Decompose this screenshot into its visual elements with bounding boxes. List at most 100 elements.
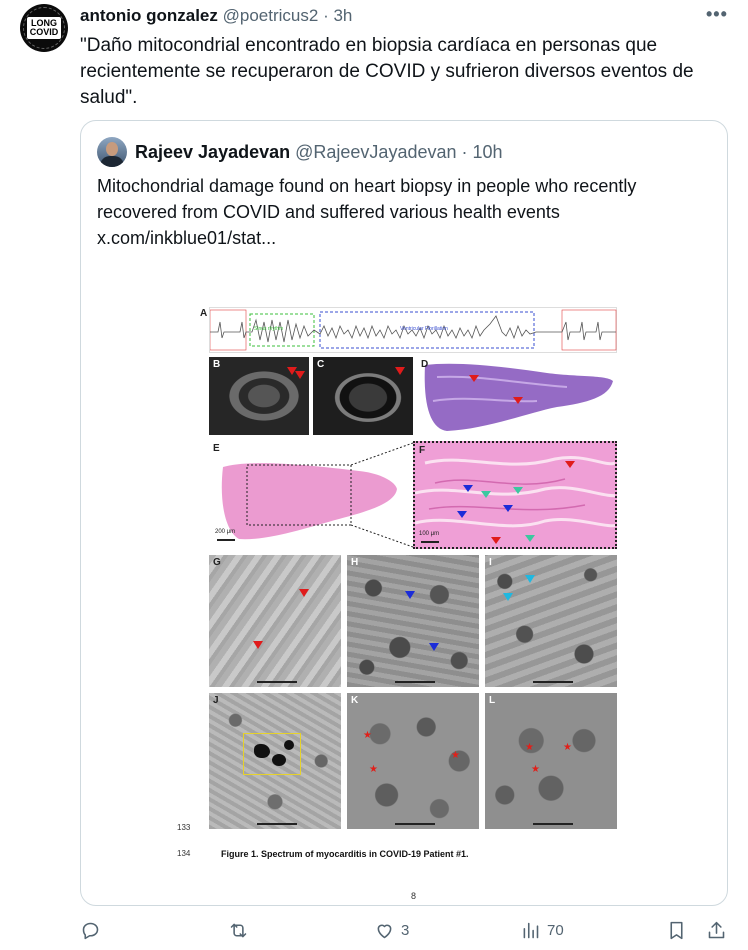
- bookmark-button[interactable]: [666, 920, 687, 941]
- red-arrow: [491, 537, 501, 544]
- red-star: ★: [563, 742, 572, 753]
- tweet-header: antonio gonzalez @poetricus2 · 3h: [80, 5, 352, 27]
- tweet-time[interactable]: 3h: [333, 6, 352, 25]
- panel-label-h: H: [351, 557, 359, 568]
- panel-label-a: A: [200, 308, 208, 319]
- figure-image[interactable]: A Sinus rhythm Ventricular Fibrillation …: [165, 303, 625, 863]
- cyan-arrow: [503, 593, 513, 601]
- panel-l-em: L ★ ★ ★: [485, 693, 617, 829]
- avatar-badge: LONG COVID: [26, 17, 62, 39]
- panel-h-em: H: [347, 555, 479, 687]
- separator: ·: [461, 142, 468, 162]
- quoted-author-handle[interactable]: @RajeevJayadevan: [295, 142, 456, 162]
- separator: ·: [323, 6, 329, 25]
- panel-label-i: I: [489, 557, 492, 568]
- panel-label-f: F: [419, 445, 426, 456]
- blue-arrow: [503, 505, 513, 512]
- views-chart-icon: [523, 922, 539, 939]
- author-handle[interactable]: @poetricus2: [223, 6, 319, 25]
- red-arrow: [295, 371, 305, 379]
- scale-bar: [395, 681, 435, 683]
- red-star: ★: [531, 764, 540, 775]
- like-button[interactable]: 3: [374, 920, 409, 941]
- red-star: ★: [525, 742, 534, 753]
- scale-label-e: 200 μm: [215, 529, 236, 535]
- scale-label-f: 100 μm: [419, 531, 440, 537]
- ecg-trace: Sinus rhythm Ventricular Fibrillation: [209, 309, 617, 351]
- quoted-author-name[interactable]: Rajeev Jayadevan: [135, 142, 290, 162]
- ecg-label-left: Sinus rhythm: [254, 326, 283, 332]
- ecg-label-middle: Ventricular Fibrillation: [400, 326, 448, 332]
- zoom-lines: [350, 442, 413, 548]
- reply-icon: [82, 922, 99, 940]
- blue-arrow: [457, 511, 467, 518]
- red-arrow: [395, 367, 405, 375]
- scale-bar: [533, 681, 573, 683]
- line-number-134: 134: [177, 849, 191, 858]
- panel-label-c: C: [317, 359, 325, 370]
- panel-label-j: J: [213, 695, 219, 706]
- panel-f-histology-zoom: F 100 μm: [413, 441, 617, 549]
- more-options-icon[interactable]: •••: [706, 4, 728, 25]
- figure-caption: Figure 1. Spectrum of myocarditis in COV…: [221, 849, 469, 859]
- scale-bar: [395, 823, 435, 825]
- red-arrow: [469, 375, 479, 382]
- panel-label-b: B: [213, 359, 221, 370]
- scale-bar: [421, 541, 439, 543]
- blue-arrow: [463, 485, 473, 492]
- panel-i-em: I: [485, 555, 617, 687]
- panel-label-l: L: [489, 695, 496, 706]
- scale-bar: [533, 823, 573, 825]
- blue-arrow: [405, 591, 415, 599]
- bookmark-icon: [670, 921, 683, 940]
- retweet-button[interactable]: [228, 920, 255, 941]
- teal-arrow: [525, 535, 535, 542]
- panel-label-d: D: [421, 359, 429, 370]
- yellow-highlight-box: [243, 733, 301, 775]
- red-star: ★: [369, 764, 378, 775]
- share-button[interactable]: [706, 920, 727, 941]
- dense-deposit: [284, 740, 294, 750]
- quoted-tweet-header: Rajeev Jayadevan @RajeevJayadevan · 10h: [135, 141, 503, 163]
- red-star: ★: [451, 750, 460, 761]
- views-button[interactable]: 70: [520, 920, 564, 941]
- avatar-text-line2: COVID: [29, 27, 59, 37]
- panel-label-g: G: [213, 557, 221, 568]
- scale-bar: [257, 681, 297, 683]
- red-arrow: [253, 641, 263, 649]
- quoted-author-avatar[interactable]: [97, 137, 127, 167]
- author-name[interactable]: antonio gonzalez: [80, 6, 218, 25]
- retweet-icon: [230, 923, 247, 938]
- red-arrow: [299, 589, 309, 597]
- histology-purple-shape: [424, 363, 613, 431]
- tweet-text: "Daño mitocondrial encontrado en biopsia…: [80, 35, 694, 108]
- panel-b-mri: B: [209, 357, 309, 435]
- scale-bar: [257, 823, 297, 825]
- panel-label-e: E: [213, 443, 220, 454]
- red-arrow: [565, 461, 575, 468]
- quoted-tweet-card[interactable]: Rajeev Jayadevan @RajeevJayadevan · 10h …: [80, 120, 728, 906]
- author-avatar[interactable]: LONG COVID: [20, 4, 68, 52]
- line-number-133: 133: [177, 823, 191, 832]
- panel-j-em: J: [209, 693, 341, 829]
- ecg-strip: A Sinus rhythm Ventricular Fibrillation: [200, 307, 617, 353]
- panel-k-em: K ★ ★ ★: [347, 693, 479, 829]
- quoted-tweet-text: Mitochondrial damage found on heart biop…: [97, 176, 637, 248]
- scale-bar: [217, 539, 235, 541]
- dense-deposit: [272, 754, 286, 766]
- share-icon: [708, 921, 725, 939]
- avatar-face: [106, 142, 118, 156]
- panel-g-em: G: [209, 555, 341, 687]
- teal-arrow: [481, 491, 491, 498]
- avatar-shirt: [100, 156, 124, 167]
- reply-button[interactable]: [80, 920, 107, 941]
- page-number: 8: [411, 891, 417, 901]
- blue-arrow: [429, 643, 439, 651]
- quoted-tweet-time[interactable]: 10h: [473, 142, 503, 162]
- panel-label-k: K: [351, 695, 359, 706]
- dense-deposit: [254, 744, 270, 758]
- like-count: 3: [401, 922, 410, 939]
- views-count: 70: [547, 922, 564, 939]
- teal-arrow: [513, 487, 523, 494]
- cyan-arrow: [525, 575, 535, 583]
